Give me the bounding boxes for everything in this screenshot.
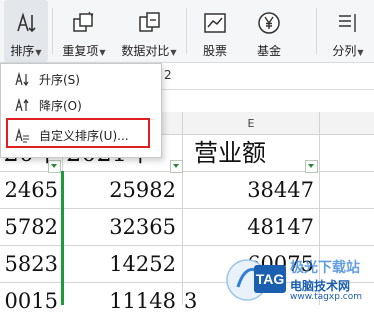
split-button-label: 分列	[332, 44, 357, 58]
table-cell[interactable]: 0015	[0, 283, 58, 319]
chevron-down-icon: ▼	[99, 48, 106, 57]
ribbon-toolbar: 排序▼ 重复项▼ 数据对比▼ 股票 基金 分列▼	[0, 0, 374, 63]
cell-reference[interactable]: 2	[164, 68, 172, 82]
watermark-url: www.tagxp.com	[290, 292, 362, 302]
highlight-box	[6, 118, 150, 148]
sort-ascending-icon	[11, 71, 33, 87]
chevron-down-icon: ▼	[170, 48, 177, 57]
table-cell[interactable]: 25982	[64, 172, 176, 208]
funds-button[interactable]: 基金	[248, 0, 290, 62]
split-columns-icon	[334, 10, 362, 36]
sort-button[interactable]: 排序▼	[4, 0, 48, 62]
sort-button-label: 排序	[10, 44, 35, 58]
menu-item-label: 降序(O)	[39, 98, 82, 113]
header-cell[interactable]: 营业额	[194, 135, 266, 171]
watermark-tag-badge: TAG	[254, 265, 286, 293]
chevron-down-icon: ▼	[35, 48, 42, 57]
duplicates-button[interactable]: 重复项▼	[58, 0, 110, 62]
watermark-site-name: 极光下载站	[290, 260, 360, 276]
yen-icon	[255, 10, 283, 36]
menu-item-label: 升序(S)	[39, 72, 80, 87]
sort-descending-icon	[11, 97, 33, 113]
table-cell[interactable]: 14252	[64, 246, 176, 282]
column-header-e[interactable]: E	[183, 112, 319, 135]
table-cell[interactable]: 48147	[184, 209, 314, 245]
watermark: TAG 极光下载站 电脑技术网 www.tagxp.com	[224, 255, 374, 305]
stocks-button[interactable]: 股票	[194, 0, 236, 62]
compare-button-label: 数据对比	[121, 44, 170, 58]
menu-item-sort-ascending[interactable]: 升序(S)	[1, 68, 161, 90]
table-cell[interactable]: 11148	[64, 283, 176, 319]
column-header-f[interactable]	[320, 112, 374, 135]
duplicates-button-label: 重复项	[62, 44, 99, 58]
table-cell[interactable]: 2465	[0, 172, 58, 208]
table-cell[interactable]: 5782	[0, 209, 58, 245]
stock-chart-icon	[201, 10, 229, 36]
sort-icon	[12, 10, 40, 36]
funds-button-label: 基金	[256, 44, 281, 58]
duplicates-icon	[70, 10, 98, 36]
stocks-button-label: 股票	[202, 44, 227, 58]
compare-button[interactable]: 数据对比▼	[116, 0, 182, 62]
chevron-down-icon: ▼	[357, 48, 364, 57]
split-button[interactable]: 分列▼	[326, 0, 370, 62]
table-cell[interactable]: 5823	[0, 246, 58, 282]
menu-item-sort-descending[interactable]: 降序(O)	[1, 94, 161, 116]
table-cell[interactable]: 32365	[64, 209, 176, 245]
compare-icon	[135, 10, 163, 36]
table-cell[interactable]: 38447	[184, 172, 314, 208]
